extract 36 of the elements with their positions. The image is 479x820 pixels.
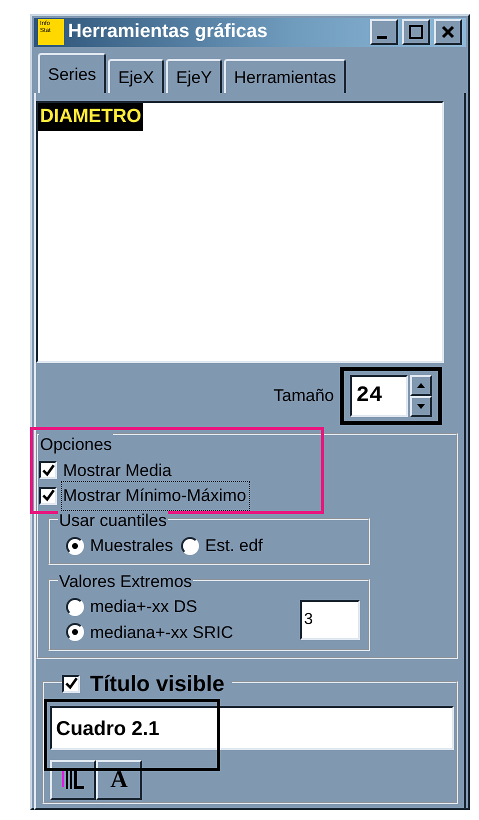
checkbox-label: Mostrar Mínimo-Máximo <box>63 483 248 508</box>
window-title: Herramientas gráficas <box>68 20 269 44</box>
radio-button[interactable] <box>66 623 84 642</box>
spin-down-button[interactable] <box>410 396 432 416</box>
checkbox[interactable] <box>62 674 80 692</box>
up-arrow-icon <box>417 383 425 388</box>
radio-label: mediana+-xx SRIC <box>90 622 234 644</box>
radio-label: Est. edf <box>205 535 263 557</box>
list-item[interactable]: DIAMETRO <box>38 102 144 131</box>
lines-tool-button[interactable] <box>50 760 96 800</box>
title-field[interactable]: Cuadro 2.1 <box>50 706 454 750</box>
value-field[interactable]: 3 <box>300 600 360 640</box>
tab[interactable]: Herramientas <box>224 58 346 92</box>
checkbox[interactable] <box>39 461 57 480</box>
spin-up-button[interactable] <box>410 374 432 396</box>
radio-label: Muestrales <box>90 535 174 557</box>
radio-label: media+-xx DS <box>90 596 198 618</box>
lines-icon <box>60 768 86 792</box>
radio-button[interactable] <box>66 598 84 616</box>
tab[interactable]: EjeX <box>108 58 164 92</box>
down-arrow-icon <box>417 404 425 410</box>
size-label: Tamaño <box>274 384 334 407</box>
close-icon <box>441 25 455 40</box>
radio-button[interactable] <box>66 536 84 555</box>
checkbox-label: Mostrar Media <box>63 460 172 482</box>
close-button[interactable] <box>434 19 462 46</box>
checkbox-label: Título visible <box>90 670 224 698</box>
tab[interactable]: Series <box>38 52 106 92</box>
maximize-button[interactable] <box>402 19 430 46</box>
size-field[interactable]: 24 <box>350 374 408 416</box>
maximize-icon <box>409 25 423 40</box>
radio-button[interactable] <box>181 536 200 555</box>
font-button[interactable]: A <box>96 760 142 800</box>
tab[interactable]: EjeY <box>166 58 222 92</box>
checkbox[interactable] <box>39 486 57 505</box>
minimize-button[interactable] <box>370 19 398 46</box>
